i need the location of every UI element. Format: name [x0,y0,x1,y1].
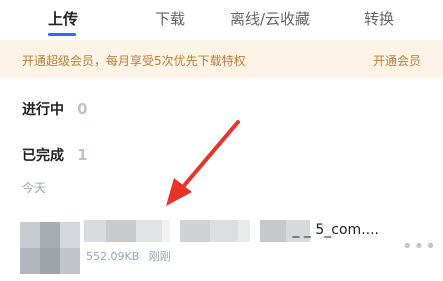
file-meta: 552.09KB 刚刚 [86,248,171,264]
in-progress-label: 进行中 [22,102,64,118]
file-size: 552.09KB [86,250,140,263]
completed-section[interactable]: 已完成 1 [22,145,88,165]
in-progress-count: 0 [77,100,88,118]
open-membership-link[interactable]: 开通会员 [373,52,421,69]
tab-bar: 上传 下载 离线/云收藏 转换 [0,0,443,38]
completed-count: 1 [77,146,88,164]
arrow-head [166,178,192,206]
tab-upload[interactable]: 上传 [48,8,78,29]
more-dots-icon[interactable]: ••• [402,236,437,257]
completed-label: 已完成 [22,148,64,164]
file-name-text: _ _ 5_com.... [292,222,379,238]
file-thumbnail [20,222,80,274]
tab-download[interactable]: 下载 [155,8,185,29]
promo-text: 开通超级会员，每月享受5次优先下载特权 [22,54,246,68]
arrow-shaft [180,120,240,190]
in-progress-section[interactable]: 进行中 0 [22,99,88,119]
active-tab-indicator [48,33,76,36]
date-group-label: 今天 [22,181,47,195]
file-time: 刚刚 [148,250,171,263]
tab-offline-cloud-favorites[interactable]: 离线/云收藏 [230,8,310,29]
file-row[interactable]: _ _ 5_com.... 552.09KB 刚刚 ••• [0,206,443,281]
vip-promo-banner[interactable]: 开通超级会员，每月享受5次优先下载特权 开通会员 [0,40,443,78]
tab-convert[interactable]: 转换 [364,8,394,29]
file-name: _ _ 5_com.... [84,222,379,238]
